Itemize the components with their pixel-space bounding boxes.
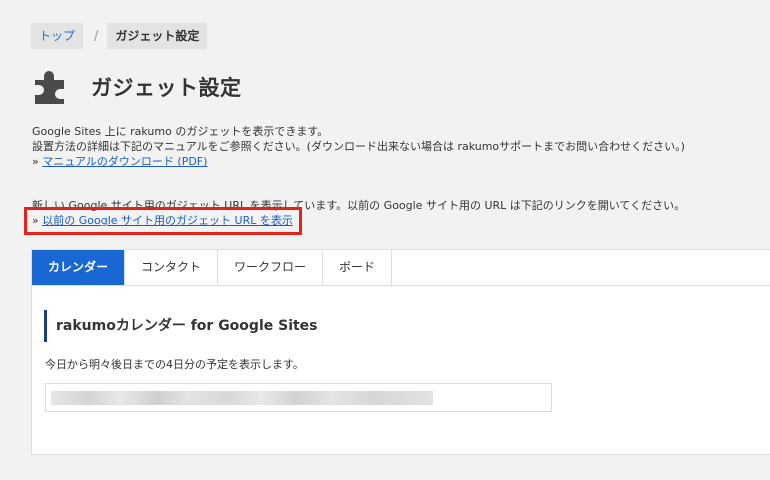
description-block: Google Sites 上に rakumo のガジェットを表示できます。 設置… [32,124,685,169]
description-line-1: Google Sites 上に rakumo のガジェットを表示できます。 [32,125,329,138]
tab-bar: カレンダー コンタクト ワークフロー ボード [31,249,770,286]
highlight-box [24,207,302,235]
description-line-2: 設置方法の詳細は下記のマニュアルをご参照ください。(ダウンロード出来ない場合は … [32,140,685,153]
tab-contact[interactable]: コンタクト [125,250,219,285]
tab-board[interactable]: ボード [323,250,393,285]
puzzle-icon [35,70,64,104]
panel-title: rakumoカレンダー for Google Sites [44,310,318,342]
breadcrumb: トップ / ガジェット設定 [31,23,208,49]
page: トップ / ガジェット設定 ガジェット設定 Google Sites 上に ra… [0,0,770,480]
bullet-marker: » [32,155,39,168]
manual-download-link[interactable]: マニュアルのダウンロード (PDF) [42,155,207,168]
title-row: ガジェット設定 [31,68,242,106]
tab-calendar[interactable]: カレンダー [32,250,126,285]
panel-description: 今日から明々後日までの4日分の予定を表示します。 [45,358,304,371]
manual-link-row: » マニュアルのダウンロード (PDF) [32,154,685,169]
blurred-url [51,391,433,405]
gadget-url-field[interactable] [45,383,552,412]
tab-workflow[interactable]: ワークフロー [218,250,324,285]
breadcrumb-separator: / [94,28,99,44]
page-title: ガジェット設定 [91,76,242,100]
tab-panel: rakumoカレンダー for Google Sites 今日から明々後日までの… [31,285,770,455]
breadcrumb-current: ガジェット設定 [107,23,208,49]
breadcrumb-home-link[interactable]: トップ [31,23,84,49]
